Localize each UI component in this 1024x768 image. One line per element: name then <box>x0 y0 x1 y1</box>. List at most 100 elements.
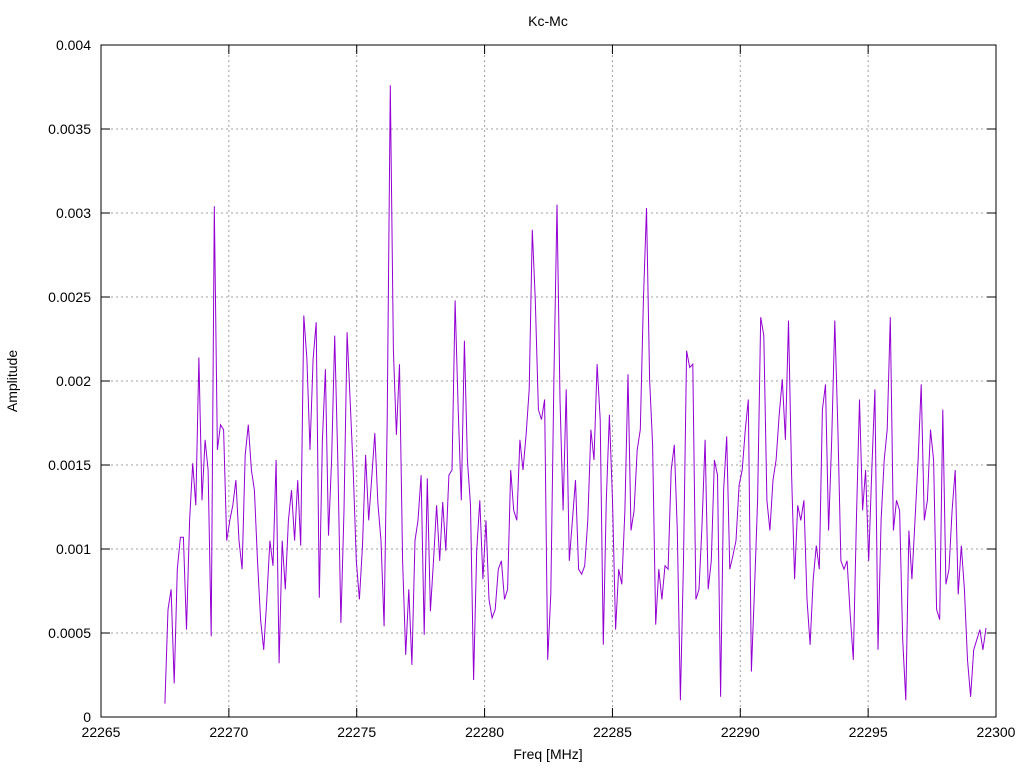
data-point <box>652 444 653 445</box>
data-point <box>615 629 616 630</box>
y-tick-label: 0.002 <box>56 373 91 389</box>
data-point <box>303 315 304 316</box>
data-point <box>427 478 428 479</box>
data-point <box>726 436 727 437</box>
data-point <box>322 439 323 440</box>
data-point <box>600 419 601 420</box>
data-point <box>658 569 659 570</box>
data-point <box>408 589 409 590</box>
data-point <box>445 550 446 551</box>
data-point <box>186 629 187 630</box>
data-point <box>986 628 987 629</box>
data-point <box>908 530 909 531</box>
data-point <box>587 520 588 521</box>
data-point <box>226 540 227 541</box>
data-point <box>683 560 684 561</box>
data-point <box>344 510 345 511</box>
data-point <box>467 460 468 461</box>
data-point <box>532 229 533 230</box>
data-point <box>291 490 292 491</box>
data-point <box>557 204 558 205</box>
data-point <box>569 560 570 561</box>
data-point <box>516 520 517 521</box>
data-point <box>424 634 425 635</box>
data-point <box>411 664 412 665</box>
data-point <box>791 475 792 476</box>
data-point <box>572 520 573 521</box>
data-point <box>337 460 338 461</box>
data-point <box>665 565 666 566</box>
data-point <box>970 696 971 697</box>
data-point <box>257 560 258 561</box>
grid <box>101 45 996 717</box>
data-point <box>905 700 906 701</box>
data-point <box>331 460 332 461</box>
data-point <box>239 540 240 541</box>
data-point <box>816 545 817 546</box>
data-point <box>661 599 662 600</box>
data-point <box>819 569 820 570</box>
data-point <box>967 659 968 660</box>
data-point <box>390 85 391 86</box>
data-point <box>844 569 845 570</box>
data-point <box>717 475 718 476</box>
data-point <box>519 439 520 440</box>
data-point <box>769 530 770 531</box>
data-point <box>643 300 644 301</box>
data-point <box>655 624 656 625</box>
data-point <box>748 399 749 400</box>
data-point <box>316 322 317 323</box>
data-point <box>387 419 388 420</box>
x-tick-label: 22300 <box>977 724 1016 740</box>
data-point <box>964 589 965 590</box>
data-point <box>594 460 595 461</box>
data-point <box>492 617 493 618</box>
data-point <box>214 206 215 207</box>
data-point <box>637 449 638 450</box>
data-point <box>220 424 221 425</box>
data-point <box>501 560 502 561</box>
data-point <box>294 540 295 541</box>
data-point <box>862 510 863 511</box>
data-point <box>313 359 314 360</box>
data-point <box>961 545 962 546</box>
data-point <box>794 579 795 580</box>
data-point <box>553 379 554 380</box>
data-point <box>433 560 434 561</box>
data-point <box>211 636 212 637</box>
data-point <box>306 359 307 360</box>
data-point <box>418 520 419 521</box>
x-tick-label: 22295 <box>849 724 888 740</box>
data-point <box>634 510 635 511</box>
data-point <box>760 317 761 318</box>
data-point <box>695 599 696 600</box>
data-point <box>297 480 298 481</box>
data-point <box>890 317 891 318</box>
data-point <box>566 389 567 390</box>
data-point <box>945 584 946 585</box>
data-point <box>708 589 709 590</box>
y-tick-label: 0.0025 <box>48 289 91 305</box>
data-point <box>421 475 422 476</box>
data-point <box>788 320 789 321</box>
data-point <box>415 540 416 541</box>
data-point <box>865 470 866 471</box>
y-axis-label: Amplitude <box>4 350 20 412</box>
data-point <box>745 429 746 430</box>
data-point <box>347 332 348 333</box>
data-point <box>279 663 280 664</box>
data-point <box>254 490 255 491</box>
data-point <box>288 520 289 521</box>
data-point <box>581 574 582 575</box>
data-point <box>677 530 678 531</box>
data-point <box>732 555 733 556</box>
data-point <box>164 703 165 704</box>
data-point <box>779 414 780 415</box>
data-point <box>208 470 209 471</box>
data-point <box>260 619 261 620</box>
data-point <box>825 384 826 385</box>
data-point <box>458 409 459 410</box>
data-point <box>702 525 703 526</box>
data-point <box>356 560 357 561</box>
data-point <box>736 540 737 541</box>
